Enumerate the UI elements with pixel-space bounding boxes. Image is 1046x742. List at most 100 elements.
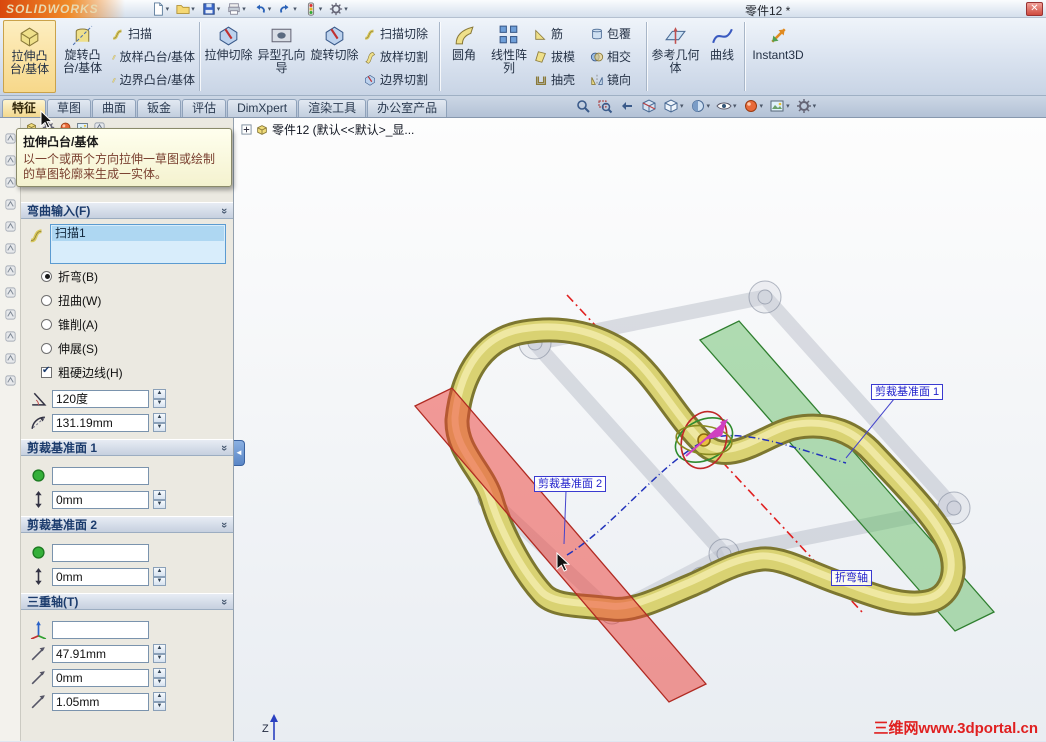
- bend-radius-input[interactable]: [52, 413, 149, 432]
- ribbon-button-sweep[interactable]: 扫描: [111, 24, 195, 44]
- trim2-reference-input[interactable]: [52, 543, 149, 562]
- side-tool-icon[interactable]: [4, 132, 17, 145]
- triad-z-input[interactable]: [52, 692, 149, 711]
- ribbon-button-hole-wizard[interactable]: 异型孔向导: [255, 20, 308, 93]
- ribbon-button-shell[interactable]: 抽壳: [534, 70, 586, 90]
- undo-button[interactable]: ▾: [253, 2, 272, 16]
- tab-sheet-metal[interactable]: 钣金: [137, 99, 182, 117]
- ribbon-button-instant3d[interactable]: Instant3D: [747, 20, 809, 93]
- ribbon-button-linear-pattern[interactable]: 线性阵列: [486, 20, 532, 93]
- side-tool-icon[interactable]: [4, 198, 17, 211]
- tree-part-label[interactable]: 零件12 (默认<<默认>_显...: [272, 121, 414, 138]
- side-tool-icon[interactable]: [4, 176, 17, 189]
- triad-header[interactable]: 三重轴(T) »: [21, 593, 233, 610]
- angle-spinner[interactable]: ▲ ▼: [153, 389, 166, 408]
- undo-caret-icon[interactable]: ▾: [268, 5, 272, 13]
- triad-y-spinner[interactable]: ▲ ▼: [153, 668, 166, 687]
- ribbon-button-lofted-cut[interactable]: 放样切割: [363, 47, 435, 67]
- bend-radio-option[interactable]: 折弯(B): [28, 264, 226, 288]
- hide-show-caret-icon[interactable]: ▾: [733, 102, 737, 110]
- side-tool-icon[interactable]: [4, 286, 17, 299]
- view-settings-caret-icon[interactable]: ▾: [813, 102, 817, 110]
- triad-x-spinner[interactable]: ▲ ▼: [153, 644, 166, 663]
- side-tool-icon[interactable]: [4, 264, 17, 277]
- ribbon-button-extruded-cut[interactable]: 拉伸切除: [202, 20, 255, 93]
- open-button[interactable]: ▾: [176, 2, 195, 16]
- model-canvas[interactable]: Z: [234, 118, 1046, 741]
- trim1-reference-input[interactable]: [52, 466, 149, 485]
- triad-reference-input[interactable]: [52, 620, 149, 639]
- side-tool-icon[interactable]: [4, 330, 17, 343]
- side-tool-icon[interactable]: [4, 352, 17, 365]
- tab-surfaces[interactable]: 曲面: [92, 99, 137, 117]
- trim1-offset-input[interactable]: [52, 490, 149, 509]
- ribbon-button-mirror[interactable]: 镜向: [590, 70, 642, 90]
- bend-angle-input[interactable]: [52, 389, 149, 408]
- apply-scene-button[interactable]: ▾: [769, 98, 790, 114]
- graphics-viewport[interactable]: 零件12 (默认<<默认>_显... ◄ Z 剪裁基准面 1 剪裁基准面 2 折…: [234, 118, 1046, 741]
- view-orientation-button[interactable]: ▾: [663, 98, 684, 114]
- save-caret-icon[interactable]: ▾: [217, 5, 221, 13]
- ribbon-button-rib[interactable]: 筋: [534, 24, 586, 44]
- section-view-button[interactable]: [641, 98, 657, 114]
- new-document-button[interactable]: ▾: [151, 2, 169, 16]
- rebuild-button[interactable]: ▾: [304, 2, 323, 16]
- collapse-chevron-icon[interactable]: »: [218, 207, 230, 213]
- ribbon-button-curves[interactable]: 曲线: [702, 20, 742, 93]
- hide-show-items-button[interactable]: ▾: [716, 98, 737, 114]
- hard-edges-checkbox-icon[interactable]: [41, 365, 52, 378]
- ribbon-button-revolved-cut[interactable]: 旋转切除: [308, 20, 361, 93]
- zoom-area-button[interactable]: [597, 98, 613, 114]
- ribbon-button-wrap[interactable]: 包覆: [590, 24, 642, 44]
- trim-plane-2-header[interactable]: 剪裁基准面 2 »: [21, 516, 233, 533]
- view-orientation-caret-icon[interactable]: ▾: [680, 102, 684, 110]
- ribbon-button-intersect[interactable]: 相交: [590, 47, 642, 67]
- trim-plane-2-label[interactable]: 剪裁基准面 2: [534, 476, 607, 492]
- side-tool-icon[interactable]: [4, 242, 17, 255]
- previous-view-button[interactable]: [619, 98, 635, 114]
- tab-evaluate[interactable]: 评估: [182, 99, 227, 117]
- selected-body-item[interactable]: 扫描1: [52, 226, 224, 241]
- side-tool-icon[interactable]: [4, 220, 17, 233]
- side-tool-icon[interactable]: [4, 154, 17, 167]
- radius-spinner[interactable]: ▲ ▼: [153, 413, 166, 432]
- side-tool-icon[interactable]: [4, 308, 17, 321]
- taper-radio-icon[interactable]: [41, 318, 52, 330]
- print-button[interactable]: ▾: [227, 2, 246, 16]
- trim-plane-1-label[interactable]: 剪裁基准面 1: [871, 384, 944, 400]
- twist-radio-icon[interactable]: [41, 294, 52, 306]
- close-button[interactable]: ✕: [1026, 2, 1043, 16]
- zoom-fit-button[interactable]: [575, 98, 591, 114]
- ribbon-button-boundary-cut[interactable]: 边界切割: [363, 70, 435, 90]
- panel-flyout-arrow[interactable]: ◄: [234, 440, 245, 466]
- twist-radio-option[interactable]: 扭曲(W): [28, 288, 226, 312]
- ribbon-button-boundary-boss[interactable]: 边界凸台/基体: [111, 70, 195, 90]
- redo-button[interactable]: ▾: [278, 2, 297, 16]
- collapse-chevron-icon[interactable]: »: [218, 521, 230, 527]
- trim1-offset-spinner[interactable]: ▲ ▼: [153, 490, 166, 509]
- appearance-caret-icon[interactable]: ▾: [760, 102, 764, 110]
- trim2-offset-spinner[interactable]: ▲ ▼: [153, 567, 166, 586]
- stretch-radio-icon[interactable]: [41, 342, 52, 354]
- bend-axis-label[interactable]: 折弯轴: [831, 570, 872, 586]
- trim2-offset-input[interactable]: [52, 567, 149, 586]
- collapse-chevron-icon[interactable]: »: [218, 444, 230, 450]
- scene-caret-icon[interactable]: ▾: [786, 102, 790, 110]
- taper-radio-option[interactable]: 锥削(A): [28, 312, 226, 336]
- triad-x-input[interactable]: [52, 644, 149, 663]
- ribbon-button-swept-cut[interactable]: 扫描切除: [363, 24, 435, 44]
- bodies-to-flex-listbox[interactable]: 扫描1: [50, 224, 226, 264]
- rebuild-caret-icon[interactable]: ▾: [319, 5, 323, 13]
- options-button[interactable]: ▾: [329, 2, 348, 16]
- ribbon-button-reference-geometry[interactable]: 参考几何体: [649, 20, 702, 93]
- trim-plane-2-surface[interactable]: [413, 387, 708, 703]
- flex-input-header[interactable]: 弯曲输入(F) »: [21, 202, 233, 219]
- ribbon-button-fillet[interactable]: 圆角: [442, 20, 486, 93]
- bend-radio-icon[interactable]: [41, 270, 52, 282]
- trim-plane-1-header[interactable]: 剪裁基准面 1 »: [21, 439, 233, 456]
- ribbon-button-lofted-boss[interactable]: 放样凸台/基体: [111, 47, 195, 67]
- display-style-caret-icon[interactable]: ▾: [707, 102, 711, 110]
- display-style-button[interactable]: ▾: [690, 98, 711, 114]
- redo-caret-icon[interactable]: ▾: [293, 5, 297, 13]
- edit-appearance-button[interactable]: ▾: [743, 98, 764, 114]
